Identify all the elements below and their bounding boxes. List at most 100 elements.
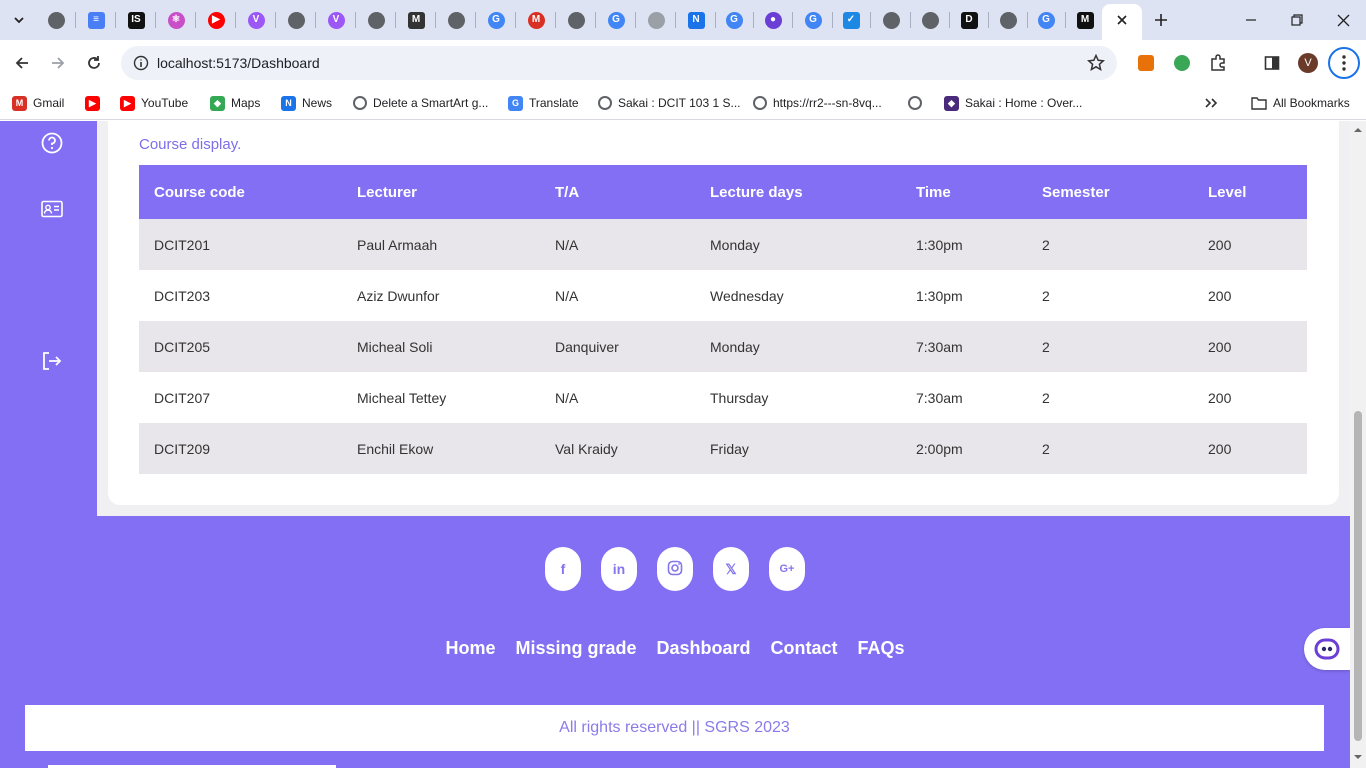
browser-tab[interactable]: ▶ [202, 6, 230, 34]
bookmark-item[interactable]: Delete a SmartArt g... [353, 93, 488, 113]
bookmark-item[interactable]: M Gmail [12, 93, 64, 113]
side-panel-button[interactable] [1257, 48, 1287, 78]
browser-tab[interactable] [282, 6, 310, 34]
bookmark-item[interactable]: ◆ Maps [210, 93, 260, 113]
bookmark-item[interactable]: ▶ [85, 93, 106, 113]
menu-button[interactable] [1328, 47, 1360, 79]
tab-separator [475, 12, 476, 28]
address-bar[interactable]: localhost:5173/Dashboard [121, 46, 1117, 80]
close-window-button[interactable] [1320, 0, 1366, 40]
bookmark-star-icon[interactable] [1086, 53, 1106, 77]
tab-separator [949, 12, 950, 28]
browser-tab[interactable]: G [482, 6, 510, 34]
sidebar-contact-button[interactable] [36, 193, 68, 225]
bookmark-item[interactable]: ▶ YouTube [120, 93, 188, 113]
copilot-icon [1314, 638, 1340, 660]
new-tab-button[interactable] [1147, 6, 1175, 34]
column-header: Lecture days [695, 165, 901, 219]
browser-tab[interactable]: V [322, 6, 350, 34]
instagram-link[interactable] [657, 547, 693, 591]
sidebar-help-button[interactable] [36, 127, 68, 159]
table-cell: Val Kraidy [540, 423, 695, 474]
browser-tab[interactable] [916, 6, 944, 34]
sidebar [0, 121, 97, 516]
page-scrollbar[interactable] [1350, 121, 1366, 768]
x-link[interactable]: 𝕏 [713, 547, 749, 591]
browser-tab[interactable]: M [1071, 6, 1099, 34]
tab-search-button[interactable] [5, 6, 33, 34]
bookmark-item[interactable]: ◆ Sakai : Home : Over... [944, 93, 1082, 113]
footer-link-faqs[interactable]: FAQs [858, 638, 905, 659]
browser-tab[interactable] [362, 6, 390, 34]
browser-tab[interactable]: N [682, 6, 710, 34]
bookmark-label: Maps [231, 96, 261, 110]
chrome-icon [367, 11, 385, 29]
active-tab[interactable] [1102, 4, 1142, 40]
browser-tab[interactable] [877, 6, 905, 34]
restore-button[interactable] [1274, 0, 1320, 40]
bookmark-item[interactable] [908, 93, 928, 113]
copilot-button[interactable] [1304, 628, 1350, 670]
footer-link-contact[interactable]: Contact [771, 638, 838, 659]
column-header: T/A [540, 165, 695, 219]
sidebar-logout-button[interactable] [36, 345, 68, 377]
browser-tab[interactable]: IS [122, 6, 150, 34]
linkedin-link[interactable]: in [601, 547, 637, 591]
close-tab-icon[interactable] [1114, 12, 1130, 28]
fox-extension-icon [1138, 55, 1154, 71]
crest-icon: ◆ [944, 95, 959, 111]
browser-tab[interactable]: G [602, 6, 630, 34]
reload-button[interactable] [79, 48, 109, 78]
google-plus-link[interactable]: G+ [769, 547, 805, 591]
browser-tab[interactable]: M [402, 6, 430, 34]
translate-icon: G [508, 95, 523, 111]
browser-tab[interactable]: V [242, 6, 270, 34]
browser-tab[interactable]: G [720, 6, 748, 34]
footer-link-dashboard[interactable]: Dashboard [657, 638, 751, 659]
tab-separator [1027, 12, 1028, 28]
youtube-icon: ▶ [207, 11, 225, 29]
chevron-down-icon [14, 17, 24, 24]
browser-tab[interactable]: M [522, 6, 550, 34]
browser-tab[interactable]: D [955, 6, 983, 34]
browser-tab[interactable] [442, 6, 470, 34]
bookmark-item[interactable]: Sakai : DCIT 103 1 S... [598, 93, 741, 113]
bookmark-item[interactable]: N News [281, 93, 332, 113]
url-text[interactable]: localhost:5173/Dashboard [157, 55, 320, 71]
forward-button[interactable] [43, 48, 73, 78]
browser-tab[interactable] [642, 6, 670, 34]
contact-card-icon [41, 200, 63, 218]
browser-tab[interactable]: ● [759, 6, 787, 34]
minimize-button[interactable] [1228, 0, 1274, 40]
browser-tab[interactable]: G [1032, 6, 1060, 34]
scroll-up-icon[interactable] [1350, 124, 1366, 136]
browser-tab[interactable]: ≡ [82, 6, 110, 34]
table-row: DCIT207 Micheal Tettey N/A Thursday 7:30am 2 2… [139, 372, 1307, 423]
site-info-icon[interactable] [133, 55, 149, 76]
browser-tab[interactable] [994, 6, 1022, 34]
table-cell: Wednesday [695, 270, 901, 321]
table-cell: 2 [1027, 423, 1193, 474]
restore-icon [1291, 14, 1303, 26]
browser-tab[interactable]: ⚛ [162, 6, 190, 34]
facebook-link[interactable]: f [545, 547, 581, 591]
browser-tab[interactable] [42, 6, 70, 34]
extensions-button[interactable] [1203, 48, 1233, 78]
extension-fox-button[interactable] [1131, 48, 1161, 78]
table-cell: 1:30pm [901, 270, 1027, 321]
bookmark-item[interactable]: https://rr2---sn-8vq... [753, 93, 882, 113]
scroll-down-icon[interactable] [1350, 751, 1366, 763]
back-button[interactable] [7, 48, 37, 78]
extension-android-button[interactable] [1167, 48, 1197, 78]
bookmark-item[interactable]: G Translate [508, 93, 579, 113]
browser-tab[interactable] [562, 6, 590, 34]
profile-button[interactable]: V [1293, 48, 1323, 78]
browser-tab[interactable]: G [799, 6, 827, 34]
browser-tab[interactable]: ✓ [837, 6, 865, 34]
footer-link-missing-grade[interactable]: Missing grade [515, 638, 636, 659]
more-bookmarks-button[interactable] [1204, 93, 1218, 113]
table-cell: 2 [1027, 321, 1193, 372]
all-bookmarks-button[interactable]: All Bookmarks [1251, 93, 1350, 113]
footer-link-home[interactable]: Home [445, 638, 495, 659]
scrollbar-thumb[interactable] [1354, 411, 1362, 741]
